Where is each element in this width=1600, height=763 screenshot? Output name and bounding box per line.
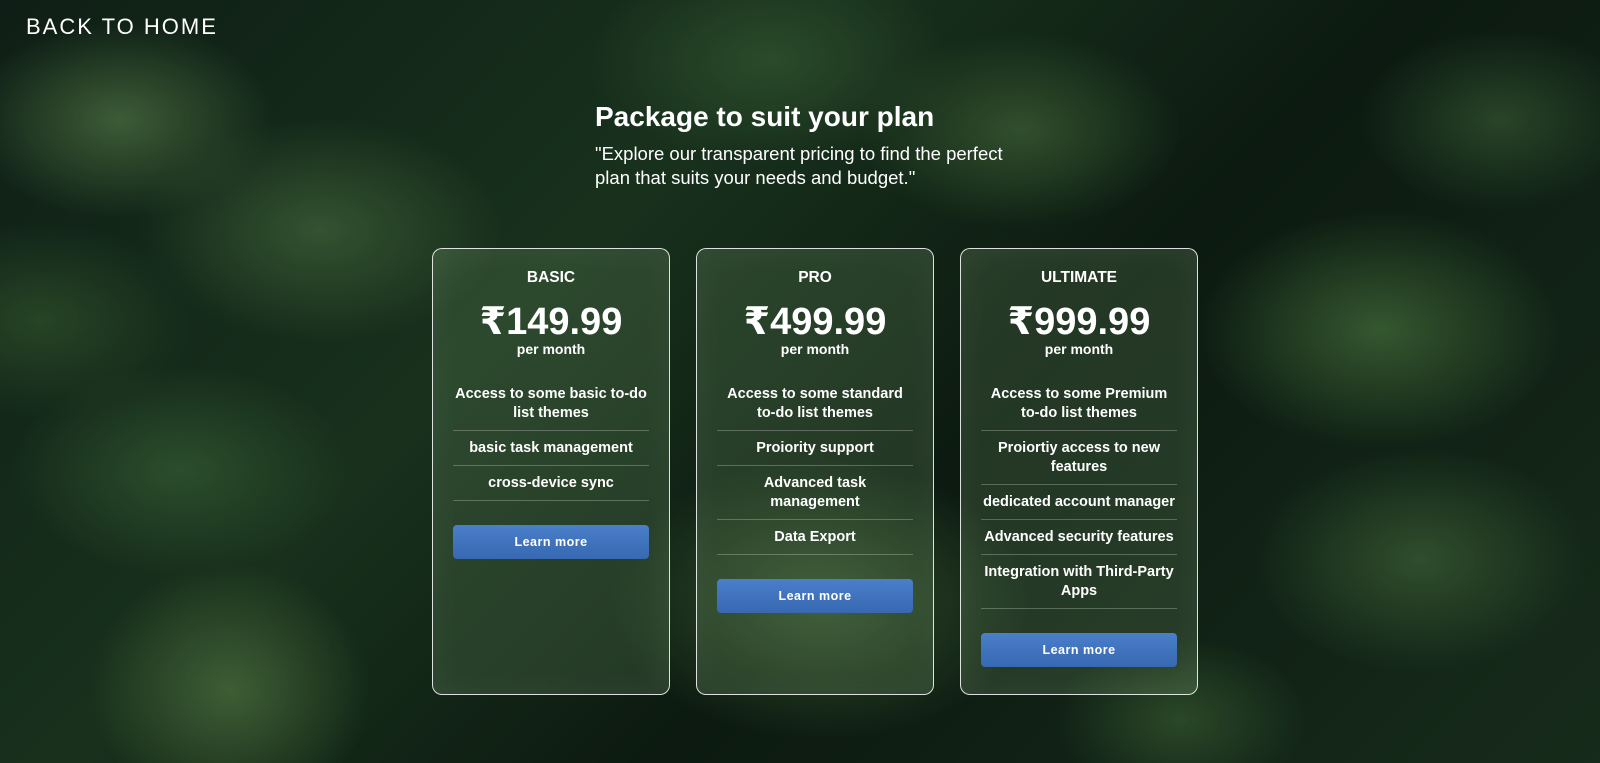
plan-name: BASIC (526, 269, 576, 286)
learn-more-button-pro[interactable]: Learn more (717, 579, 913, 613)
feature-item: Access to some Premium to-do list themes (981, 377, 1177, 431)
plan-name: ULTIMATE (1040, 269, 1118, 286)
plan-card-pro: PRO ₹499.99 per month Access to some sta… (696, 248, 934, 695)
feature-list: Access to some basic to-do list themes b… (453, 377, 649, 501)
feature-list: Access to some standard to-do list theme… (717, 377, 913, 555)
feature-item: Advanced task management (717, 466, 913, 520)
pricing-header: Package to suit your plan "Explore our t… (595, 100, 1055, 190)
feature-item: cross-device sync (453, 466, 649, 501)
plan-price: ₹499.99 (743, 301, 887, 343)
plan-card-basic: BASIC ₹149.99 per month Access to some b… (432, 248, 670, 695)
feature-item: Access to some basic to-do list themes (453, 377, 649, 431)
feature-item: Proiortiy access to new features (981, 431, 1177, 485)
page-subtitle: "Explore our transparent pricing to find… (595, 143, 1003, 188)
page-title: Package to suit your plan (595, 101, 935, 132)
plan-period: per month (1044, 341, 1114, 357)
learn-more-button-ultimate[interactable]: Learn more (981, 633, 1177, 667)
plan-price: ₹149.99 (479, 301, 623, 343)
feature-item: Access to some standard to-do list theme… (717, 377, 913, 431)
plan-period: per month (516, 341, 586, 357)
feature-item: dedicated account manager (981, 485, 1177, 520)
learn-more-button-basic[interactable]: Learn more (453, 525, 649, 559)
plan-card-ultimate: ULTIMATE ₹999.99 per month Access to som… (960, 248, 1198, 695)
feature-item: Proiority support (717, 431, 913, 466)
plan-period: per month (780, 341, 850, 357)
feature-item: Advanced security features (981, 520, 1177, 555)
plan-name: PRO (798, 269, 832, 286)
back-to-home-link[interactable]: BACK TO HOME (26, 14, 218, 40)
plan-price: ₹999.99 (1007, 301, 1151, 343)
feature-item: Data Export (717, 520, 913, 555)
feature-item: basic task management (453, 431, 649, 466)
feature-item: Integration with Third-Party Apps (981, 555, 1177, 609)
feature-list: Access to some Premium to-do list themes… (981, 377, 1177, 609)
